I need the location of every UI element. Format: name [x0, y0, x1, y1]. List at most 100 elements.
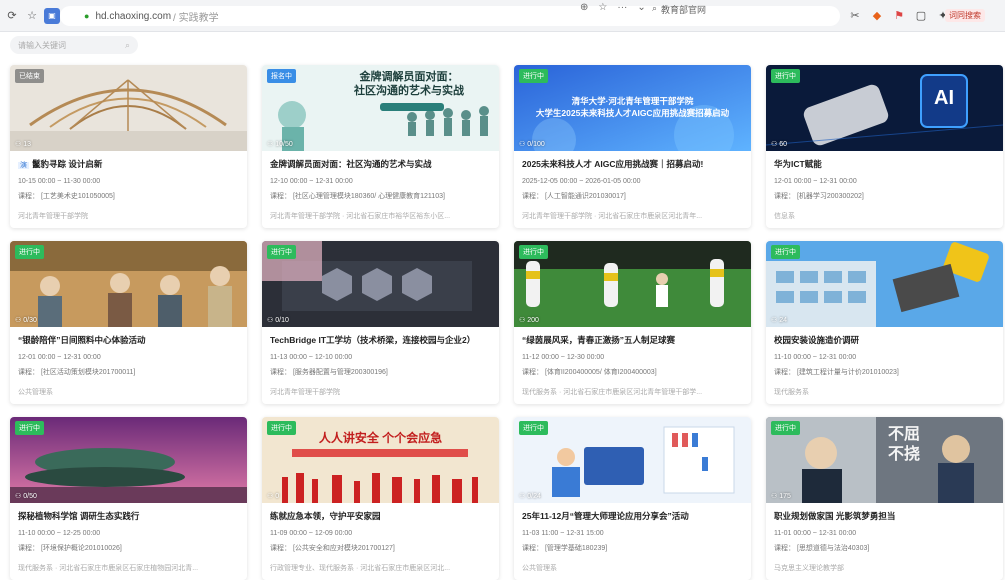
card-time: 12-01 00:00 ~ 12-31 00:00 — [774, 178, 857, 185]
participant-count: ⚇ 60 — [771, 141, 788, 148]
card-time: 11-03 11:00 ~ 12-31 15:00 — [522, 530, 604, 537]
status-badge: 进行中 — [519, 245, 548, 259]
card-title[interactable]: 华为ICT赋能 — [774, 158, 995, 170]
card-time: 11-09 00:00 ~ 12-09 00:00 — [270, 530, 353, 537]
status-badge: 进行中 — [267, 421, 296, 435]
status-badge: 进行中 — [519, 421, 548, 435]
flag-icon[interactable]: ⚑ — [892, 8, 906, 22]
address-bar[interactable]: ● hd.chaoxing.com / 实践教学 — [60, 6, 840, 26]
server-hardware-image — [262, 241, 499, 327]
activity-card[interactable]: 进行中 ⚇ 0/24 25年11-12月“管理大师理论应用分享会”活动 11-0… — [514, 417, 751, 580]
elderly-care-image — [10, 241, 247, 327]
card-title[interactable]: “绿茵展风采，青春正激扬”五人制足球赛 — [522, 334, 743, 346]
activity-card[interactable]: 金牌调解员面对面： 社区沟通的艺术与实战 报名中 ⚇ 10/50 金牌调解员面对… — [262, 65, 499, 228]
card-title[interactable]: 探秘植物科学馆 调研生态实践行 — [18, 510, 239, 522]
card-title[interactable]: “银龄陪伴”日间照料中心体验活动 — [18, 334, 239, 346]
star-icon[interactable]: ☆ — [598, 2, 607, 13]
participant-count: ⚇ 0/24 — [519, 493, 541, 500]
activity-card[interactable]: 进行中 ⚇ 24 校园安装设施造价调研 11-10 00:00 ~ 12-31 … — [766, 241, 1003, 404]
card-course: 课程： [思想道德与法治40303] — [774, 545, 870, 552]
activity-card[interactable]: 进行中 ⚇ 0/50 探秘植物科学馆 调研生态实践行 11-10 00:00 ~… — [10, 417, 247, 580]
card-org: 行政管理专业、现代服务系 · 河北省石家庄市鹿泉区河北... — [270, 565, 451, 572]
card-title[interactable]: 25年11-12月“管理大师理论应用分享会”活动 — [522, 510, 743, 522]
participant-count-value: 60 — [779, 141, 788, 148]
activity-card[interactable]: 进行中 ⚇ 0/10 TechBridge IT工学坊（技术桥梁，连接校园与企业… — [262, 241, 499, 404]
participant-count: ⚇ 0/50 — [15, 493, 37, 500]
card-title[interactable]: 职业规划做家国 光影筑梦勇担当 — [774, 510, 995, 522]
activity-card[interactable]: 不屈 不挠 进行中 ⚇ 175 职业规划做家国 光影筑梦勇担当 11-01 00… — [766, 417, 1003, 580]
card-title[interactable]: 校园安装设施造价调研 — [774, 334, 995, 346]
card-org: 现代服务系 · 河北省石家庄市鹿泉区石家庄植物园河北青... — [18, 565, 199, 572]
back-icon[interactable]: ⟳ — [4, 8, 20, 24]
card-time: 2025-12-05 00:00 ~ 2026-01-05 00:00 — [522, 178, 641, 185]
activity-card[interactable]: 进行中 ⚇ 0/30 “银龄陪伴”日间照料中心体验活动 12-01 00:00 … — [10, 241, 247, 404]
card-org: 现代服务系 · 河北省石家庄市鹿泉区河北青年管理干部学... — [522, 389, 703, 396]
shield-icon[interactable]: ⊕ — [580, 2, 588, 13]
card-thumbnail: 金牌调解员面对面： 社区沟通的艺术与实战 报名中 ⚇ 10/50 — [262, 65, 499, 151]
botanical-hall-image — [10, 417, 247, 503]
card-title[interactable]: 2025未来科技人才 AIGC应用挑战赛｜招募启动! — [522, 158, 743, 170]
participant-count-value: 0/30 — [23, 317, 37, 324]
card-course: 课程： [公共安全和应对模块201700127] — [270, 545, 395, 552]
card-time: 11-10 00:00 ~ 12-25 00:00 — [18, 530, 101, 537]
participant-count: ⚇ 0/100 — [519, 141, 545, 148]
card-title-text: 鬣豹寻踪 设计启新 — [32, 159, 103, 169]
card-org: 河北青年管理干部学院 — [18, 213, 88, 220]
card-time: 11-10 00:00 ~ 12-31 00:00 — [774, 354, 857, 361]
category-tag: 演 — [18, 162, 29, 169]
activity-card[interactable]: AI 进行中 ⚇ 60 华为ICT赋能 12-01 00:00 ~ 12-31 … — [766, 65, 1003, 228]
search-placeholder: 请输入关键词 — [18, 40, 66, 50]
status-badge: 进行中 — [771, 245, 800, 259]
participant-count-value: 10/50 — [275, 141, 293, 148]
card-thumbnail: AI 进行中 ⚇ 60 — [766, 65, 1003, 151]
status-badge: 进行中 — [771, 421, 800, 435]
card-thumbnail: 人人讲安全 个个会应急 进行中 ⚇ 0 — [262, 417, 499, 503]
extension-orange-icon[interactable]: ◆ — [870, 8, 884, 22]
participant-count-value: 0/100 — [527, 141, 545, 148]
card-title[interactable]: TechBridge IT工学坊（技术桥梁，连接校园与企业2） — [270, 334, 491, 346]
search-icon: ⌕ — [652, 3, 658, 13]
card-org: 河北青年管理干部学院 — [270, 389, 340, 396]
participant-count-value: 0/24 — [527, 493, 541, 500]
card-thumbnail: 进行中 ⚇ 0/24 — [514, 417, 751, 503]
card-time: 12-10 00:00 ~ 12-31 00:00 — [270, 178, 353, 185]
poster-headline: 金牌调解员面对面： 社区沟通的艺术与实战 — [354, 71, 464, 97]
status-badge: 进行中 — [519, 69, 548, 83]
browser-toolbar: ⟳ ☆ ▣ ● hd.chaoxing.com / 实践教学 ⊕ ☆ ··· ⌄… — [0, 0, 1005, 32]
extension-badge[interactable]: 词同搜索 — [945, 9, 985, 22]
chevron-down-icon[interactable]: ⌄ — [637, 2, 645, 13]
activity-search-input[interactable]: 请输入关键词 ⌕ — [10, 36, 138, 54]
participant-count-value: 0/10 — [275, 317, 289, 324]
tab-icon[interactable]: ▣ — [44, 7, 60, 24]
participant-count-value: 24 — [779, 317, 788, 324]
card-time: 12-01 00:00 ~ 12-31 00:00 — [18, 354, 101, 361]
card-thumbnail: 进行中 ⚇ 200 — [514, 241, 751, 327]
card-org: 公共管理系 — [18, 389, 53, 396]
activity-card[interactable]: 进行中 ⚇ 200 “绿茵展风采，青春正激扬”五人制足球赛 11-12 00:0… — [514, 241, 751, 404]
favorite-icon[interactable]: ☆ — [24, 8, 40, 24]
search-icon[interactable]: ⌕ — [125, 40, 130, 51]
url-path: / 实践教学 — [173, 12, 219, 24]
window-icon[interactable]: ▢ — [914, 8, 928, 22]
card-thumbnail: 进行中 ⚇ 24 — [766, 241, 1003, 327]
participant-count-value: 13 — [23, 141, 32, 148]
status-badge: 进行中 — [15, 421, 44, 435]
card-title[interactable]: 演鬣豹寻踪 设计启新 — [18, 158, 239, 170]
activity-card[interactable]: 已结束 ⚇ 13 演鬣豹寻踪 设计启新 10-15 00:00 ~ 11-30 … — [10, 65, 247, 228]
participant-count-value: 0 — [275, 493, 280, 500]
participant-count: ⚇ 24 — [771, 317, 788, 324]
card-thumbnail: 清华大学·河北青年管理干部学院 大学生2025未来科技人才AIGC应用挑战赛招募… — [514, 65, 751, 151]
card-org: 马克思主义理论教学部 — [774, 565, 844, 572]
activity-card[interactable]: 人人讲安全 个个会应急 进行中 ⚇ 0 练就应急本领，守护平安家园 11-09 … — [262, 417, 499, 580]
activity-card[interactable]: 清华大学·河北青年管理干部学院 大学生2025未来科技人才AIGC应用挑战赛招募… — [514, 65, 751, 228]
card-thumbnail: 进行中 ⚇ 0/30 — [10, 241, 247, 327]
more-icon[interactable]: ··· — [617, 2, 627, 13]
card-title[interactable]: 金牌调解员面对面：社区沟通的艺术与实战 — [270, 158, 491, 170]
football-image — [514, 241, 751, 327]
participant-count: ⚇ 0/10 — [267, 317, 289, 324]
card-course: 课程： [建筑工程计量与计价201010023] — [774, 369, 899, 376]
scissors-icon[interactable]: ✂ — [848, 8, 862, 22]
card-thumbnail: 已结束 ⚇ 13 — [10, 65, 247, 151]
browser-search[interactable]: ⌕ 教育部官网 — [652, 3, 706, 16]
card-title[interactable]: 练就应急本领，守护平安家园 — [270, 510, 491, 522]
